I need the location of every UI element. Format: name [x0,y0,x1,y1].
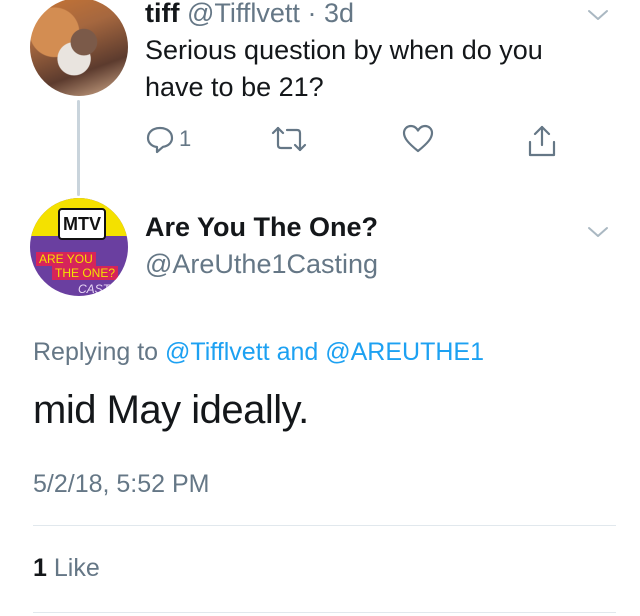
replying-to-line: Replying to @Tifflvett and @AREUTHE1 [33,338,484,367]
avatar-are-you-the-one[interactable]: MTV ARE YOU THE ONE? CASTI [30,198,128,296]
reply-button[interactable]: 1 [145,124,191,154]
mention-link[interactable]: @AREUTHE1 [325,338,484,366]
avatar-tiff[interactable] [30,0,128,96]
heart-icon [402,124,434,153]
like-label: Like [53,554,100,582]
tweet-age[interactable]: 3d [324,0,354,28]
like-count: 1 [33,554,47,582]
tweet-timestamp: 5/2/18, 5:52 PM [33,470,210,498]
display-name[interactable]: tiff [145,0,179,28]
avatar-text-line-1: ARE YOU [36,252,96,266]
chevron-down-icon[interactable] [587,8,609,22]
parent-tweet-text: Serious question by when do you have to … [145,35,543,102]
divider [33,525,616,526]
avatar-text-line-3: CASTI [78,282,114,296]
separator-dot: · [307,0,317,28]
display-name[interactable]: Are You The One? [145,212,378,243]
share-button[interactable] [526,124,558,158]
likes-summary[interactable]: 1 Like [33,554,100,583]
like-button[interactable] [402,124,434,154]
mtv-logo: MTV [58,208,106,240]
handle[interactable]: @Tifflvett [187,0,300,28]
main-tweet-text: mid May ideally. [33,388,309,432]
share-icon [528,125,556,157]
chevron-down-icon[interactable] [587,225,609,239]
reply-icon [146,126,174,154]
retweet-button[interactable] [271,124,307,154]
parent-tweet-actions: 1 [0,124,640,160]
parent-tweet-header: tiff @Tifflvett · 3d [145,0,354,29]
replying-prefix: Replying to [33,338,159,366]
retweet-icon [271,126,307,152]
replying-and[interactable]: and [277,338,319,366]
avatar-text-line-2: THE ONE? [52,266,119,280]
mention-link[interactable]: @Tifflvett [165,338,270,366]
divider [33,612,616,613]
reply-count: 1 [179,126,192,151]
handle[interactable]: @AreUthe1Casting [145,249,378,280]
